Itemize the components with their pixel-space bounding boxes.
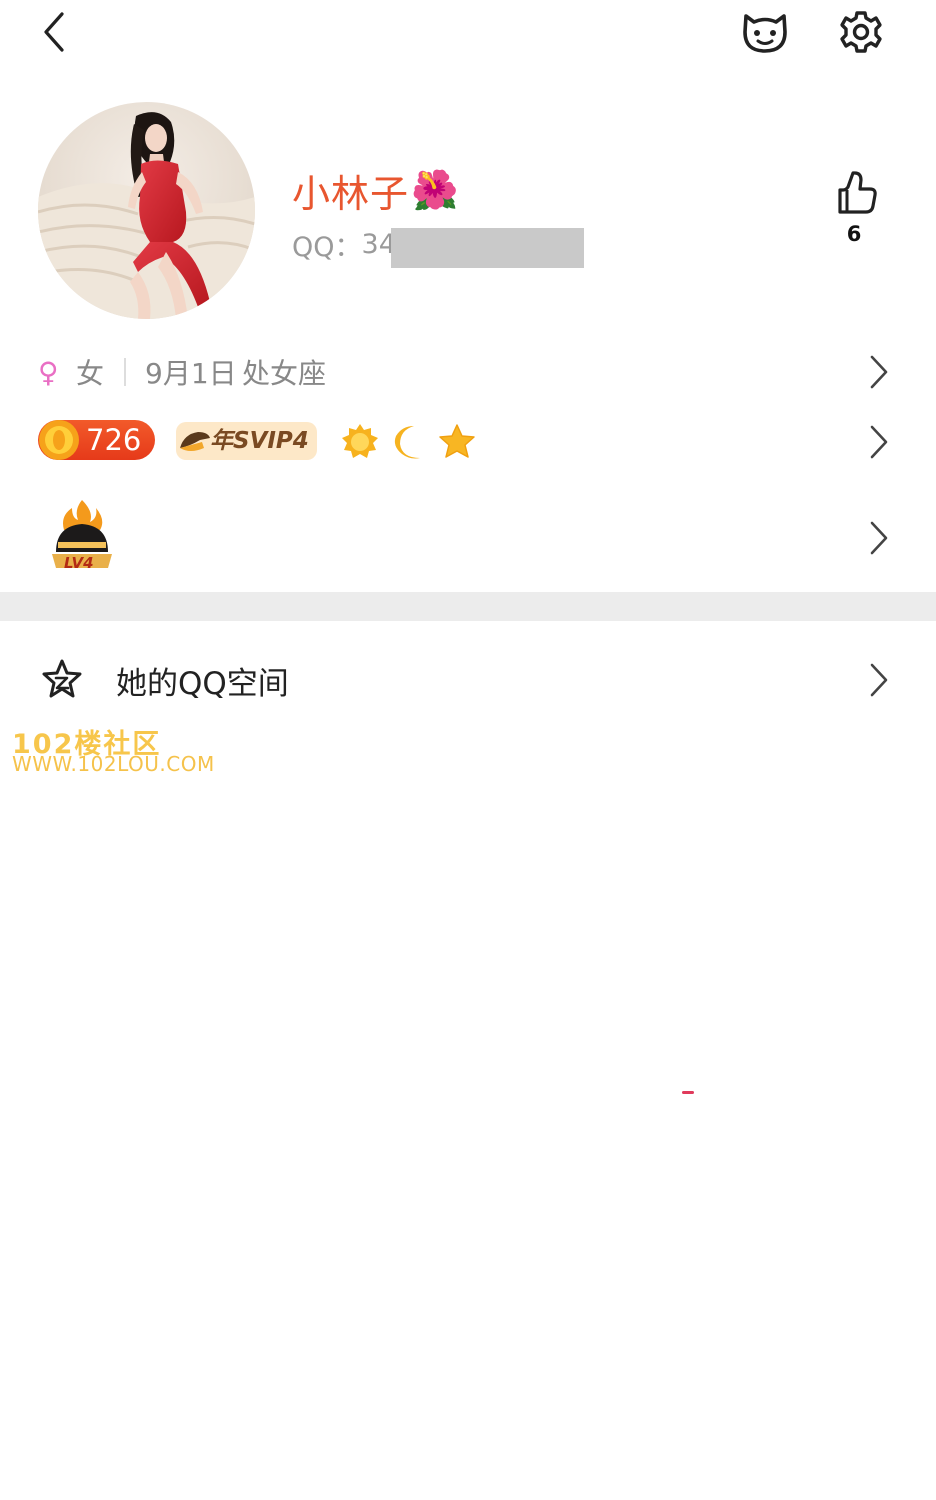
coin-badge[interactable]: 726 bbox=[38, 420, 155, 460]
section-divider bbox=[0, 592, 936, 621]
star-icon[interactable] bbox=[437, 422, 477, 462]
basic-info-row[interactable]: ♀ 女 9月1日 处女座 bbox=[0, 344, 936, 400]
loading-indicator bbox=[682, 1091, 694, 1094]
level-text: LV4 bbox=[64, 554, 94, 572]
back-button[interactable] bbox=[34, 8, 78, 56]
pet-button[interactable] bbox=[738, 8, 792, 56]
info-divider bbox=[124, 358, 126, 386]
chevron-left-icon bbox=[44, 12, 64, 52]
chevron-right-icon bbox=[870, 521, 888, 555]
crown-hat-icon bbox=[180, 432, 210, 451]
level-badge: LV4 bbox=[50, 498, 114, 578]
svip-label: 年SVIP4 bbox=[210, 428, 309, 454]
svip-badge[interactable]: 年SVIP4 bbox=[176, 422, 317, 460]
hibiscus-emoji: 🌺 bbox=[411, 167, 459, 212]
zodiac-text: 处女座 bbox=[242, 357, 327, 390]
chevron-right-icon bbox=[870, 425, 888, 459]
thumbs-up-icon bbox=[838, 171, 877, 214]
gear-icon bbox=[840, 11, 882, 53]
cat-face-icon bbox=[743, 14, 787, 53]
chevron-right-icon bbox=[870, 355, 888, 389]
qzone-label: 她的QQ空间 bbox=[116, 665, 289, 702]
birthday-text: 9月1日 bbox=[145, 357, 237, 390]
female-icon: ♀ bbox=[38, 355, 59, 389]
sun-icon[interactable] bbox=[340, 422, 380, 462]
qq-number: QQ： 34 bbox=[292, 224, 396, 264]
moon-icon[interactable] bbox=[390, 422, 430, 462]
badges-row[interactable]: 726 年SVIP4 bbox=[0, 412, 936, 472]
nickname-text: 小林子 bbox=[292, 171, 410, 216]
level-row[interactable]: LV4 bbox=[0, 492, 936, 584]
watermark-url: WWW.102LOU.COM bbox=[12, 752, 215, 776]
qzone-row[interactable]: 她的QQ空间 bbox=[0, 640, 936, 720]
settings-button[interactable] bbox=[836, 8, 886, 56]
gender-text: 女 bbox=[76, 357, 105, 390]
coin-icon bbox=[39, 420, 79, 460]
coin-count: 726 bbox=[86, 423, 142, 457]
qzone-star-icon bbox=[42, 659, 82, 698]
nickname[interactable]: 小林子 🌺 bbox=[292, 160, 458, 220]
avatar[interactable] bbox=[38, 102, 255, 319]
qq-redaction-mask bbox=[391, 228, 584, 268]
chevron-right-icon bbox=[870, 663, 888, 697]
qq-label: QQ： bbox=[292, 231, 362, 263]
like-count: 6 bbox=[846, 222, 862, 246]
